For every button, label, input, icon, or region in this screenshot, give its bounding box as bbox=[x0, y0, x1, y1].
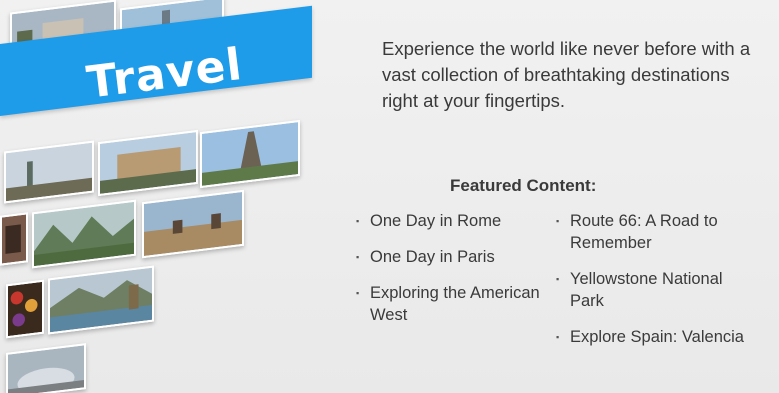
featured-item: Route 66: A Road to Remember bbox=[556, 210, 756, 254]
photo-tile-river-mountains bbox=[48, 265, 154, 335]
featured-item: Yellowstone National Park bbox=[556, 268, 756, 312]
photo-tile-karst-landscape bbox=[32, 199, 136, 269]
photo-tile-colosseum bbox=[98, 129, 198, 197]
photo-tile-market bbox=[0, 212, 28, 266]
tagline: Experience the world like never before w… bbox=[382, 38, 751, 111]
photo-tile-statue-of-liberty bbox=[4, 140, 94, 204]
featured-heading: Featured Content: bbox=[450, 176, 597, 195]
featured-list-right: Route 66: A Road to Remember Yellowstone… bbox=[556, 210, 756, 362]
photo-tile-camels-desert bbox=[142, 189, 244, 259]
featured-item: Exploring the American West bbox=[356, 282, 546, 326]
featured-item: One Day in Paris bbox=[356, 246, 546, 268]
featured-item: One Day in Rome bbox=[356, 210, 546, 232]
featured-item: Explore Spain: Valencia bbox=[556, 326, 756, 348]
travel-slide: Travel Experience the world like never b… bbox=[0, 0, 779, 393]
featured-list-left: One Day in Rome One Day in Paris Explori… bbox=[356, 210, 546, 340]
photo-tile-eiffel-tower bbox=[200, 119, 300, 189]
photo-tile-cloud-gate bbox=[6, 343, 86, 393]
photo-tile-lanterns bbox=[6, 279, 44, 339]
